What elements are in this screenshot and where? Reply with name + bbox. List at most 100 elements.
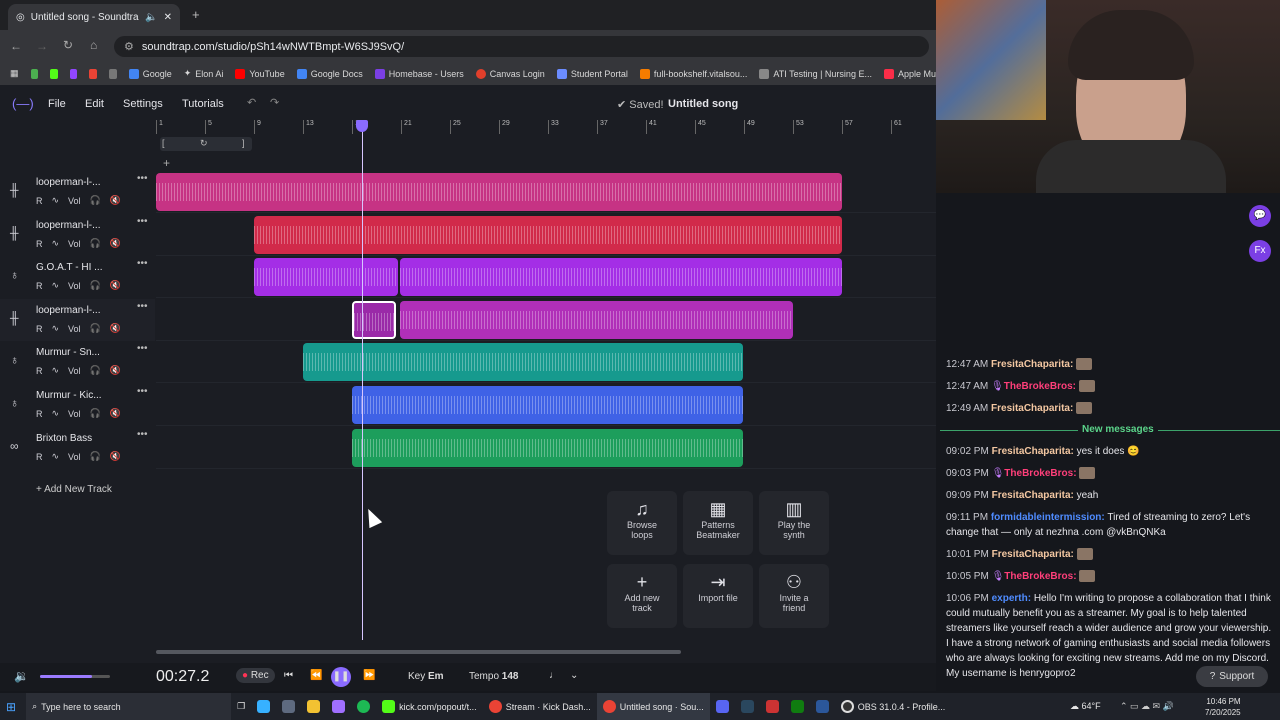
mute-icon[interactable]: 🔇 <box>110 195 121 206</box>
mute-icon[interactable]: 🔇 <box>110 238 121 249</box>
clock[interactable]: 10:46 PM 7/20/2025 <box>1205 696 1241 718</box>
play-synth-tile[interactable]: ▥ Play the synth <box>759 491 829 555</box>
track-header[interactable]: ╫ looperman-l-... ••• R ∿ Vol 🎧 🔇 <box>0 171 155 213</box>
track-name[interactable]: looperman-l-... <box>36 305 100 316</box>
xbox-icon[interactable] <box>785 693 810 720</box>
record-arm-button[interactable]: R <box>36 281 43 291</box>
track-name[interactable]: Murmur - Kic... <box>36 390 102 401</box>
chat-username[interactable]: experth: <box>992 593 1031 604</box>
discord-icon[interactable] <box>710 693 735 720</box>
chat-username[interactable]: FresitaChaparita: <box>991 359 1073 370</box>
soundtrap-logo-icon[interactable]: (—) <box>12 96 34 111</box>
undo-icon[interactable]: ↶ <box>247 96 256 109</box>
file-menu[interactable]: File <box>48 98 66 110</box>
track-header[interactable]: ♁ Murmur - Kic... ••• R ∿ Vol 🎧 🔇 <box>0 384 155 426</box>
bookmark-homebase[interactable]: Homebase - Users <box>374 68 464 79</box>
loop-end-handle-icon[interactable]: ] <box>242 138 245 148</box>
volume-knob[interactable]: Vol <box>68 281 81 291</box>
track-name[interactable]: looperman-l-... <box>36 177 100 188</box>
bookmark-bookshelf[interactable]: full-bookshelf.vitalsou... <box>639 68 747 79</box>
browse-loops-tile[interactable]: ♫ Browse loops <box>607 491 677 555</box>
automation-icon[interactable]: ∿ <box>52 365 60 376</box>
chat-username[interactable]: FresitaChaparita: <box>991 403 1073 414</box>
record-arm-button[interactable]: R <box>36 452 43 462</box>
headphones-icon[interactable]: 🎧 <box>90 195 101 206</box>
horizontal-scrollbar[interactable] <box>156 650 681 654</box>
chat-username[interactable]: TheBrokeBros: <box>1004 468 1076 479</box>
bookmark-student-portal[interactable]: Student Portal <box>556 68 628 79</box>
track-header[interactable]: ∞ Brixton Bass ••• R ∿ Vol 🎧 🔇 <box>0 427 155 469</box>
bookmark-ati[interactable]: ATI Testing | Nursing E... <box>759 68 872 79</box>
track-lane[interactable] <box>156 341 936 383</box>
edit-menu[interactable]: Edit <box>85 98 104 110</box>
loop-start-handle-icon[interactable]: [ <box>162 138 165 148</box>
site-info-icon[interactable]: ⚙ <box>124 40 134 53</box>
headphones-icon[interactable]: 🎧 <box>90 451 101 462</box>
rewind-icon[interactable]: ⏪ <box>310 670 322 681</box>
automation-icon[interactable]: ∿ <box>52 408 60 419</box>
mute-icon[interactable]: 🔇 <box>110 408 121 419</box>
track-lane[interactable] <box>156 299 936 341</box>
taskbar-app-kick-dashboard[interactable]: Stream · Kick Dash... <box>483 693 597 720</box>
chat-username[interactable]: FresitaChaparita: <box>992 446 1074 457</box>
store-icon[interactable] <box>276 693 301 720</box>
chat-username[interactable]: FresitaChaparita: <box>992 549 1074 560</box>
bookmark-canvas[interactable]: Canvas Login <box>475 68 545 79</box>
track-lane[interactable] <box>156 171 936 213</box>
volume-knob[interactable]: Vol <box>68 452 81 462</box>
chat-username[interactable]: formidableintermission: <box>991 512 1105 523</box>
mute-icon[interactable]: 🔈 <box>145 12 157 23</box>
tray-icons[interactable]: ⌃ ▭ ☁ ✉ 🔊 <box>1120 701 1174 712</box>
loop-icon[interactable]: ↻ <box>200 138 208 149</box>
volume-knob[interactable]: Vol <box>68 324 81 334</box>
track-menu-icon[interactable]: ••• <box>137 258 148 269</box>
invite-friend-tile[interactable]: ⚇ Invite a friend <box>759 564 829 628</box>
track-menu-icon[interactable]: ••• <box>137 301 148 312</box>
metronome-icon[interactable]: ♩ <box>549 670 559 681</box>
headphones-icon[interactable]: 🎧 <box>90 280 101 291</box>
master-volume-slider[interactable] <box>40 675 110 678</box>
explorer-icon[interactable] <box>301 693 326 720</box>
chat-icon[interactable]: 💬 <box>1249 205 1271 227</box>
reload-icon[interactable]: ↻ <box>63 38 73 52</box>
track-lane[interactable] <box>156 256 936 298</box>
taskbar-app-soundtrap[interactable]: Untitled song · Sou... <box>596 693 710 720</box>
pause-button[interactable]: ❚❚ <box>331 667 351 687</box>
track-menu-icon[interactable]: ••• <box>137 173 148 184</box>
track-name[interactable]: looperman-l-... <box>36 220 100 231</box>
timeline-ruler[interactable]: 15913172125293337414549535761 <box>156 120 936 136</box>
bookmark-apple-music[interactable]: Apple Mu <box>883 68 936 79</box>
fast-forward-icon[interactable]: ⏩ <box>363 670 375 681</box>
audio-clip[interactable] <box>156 173 842 211</box>
track-menu-icon[interactable]: ••• <box>137 343 148 354</box>
chevron-down-icon[interactable]: ⌄ <box>570 670 578 681</box>
kick-icon[interactable] <box>50 68 58 79</box>
tempo-selector[interactable]: Tempo 148 <box>469 671 518 682</box>
volume-knob[interactable]: Vol <box>68 239 81 249</box>
automation-icon[interactable]: ∿ <box>52 280 60 291</box>
skip-to-start-icon[interactable]: ⏮ <box>284 670 293 681</box>
headphones-icon[interactable]: 🎧 <box>90 408 101 419</box>
track-lane[interactable] <box>156 214 936 256</box>
mute-icon[interactable]: 🔇 <box>110 365 121 376</box>
app2-icon[interactable] <box>760 693 785 720</box>
word-icon[interactable] <box>810 693 835 720</box>
bookmark-youtube[interactable]: YouTube <box>235 68 285 79</box>
volume-icon[interactable]: 🔉 <box>14 669 29 683</box>
mute-icon[interactable]: 🔇 <box>110 323 121 334</box>
web-icon[interactable] <box>109 68 117 79</box>
track-name[interactable]: Brixton Bass <box>36 433 92 444</box>
key-selector[interactable]: Key Em <box>408 671 444 682</box>
track-lane[interactable] <box>156 384 936 426</box>
settings-menu[interactable]: Settings <box>123 98 163 110</box>
mute-icon[interactable]: 🔇 <box>110 280 121 291</box>
apps-grid-icon[interactable]: ▦ <box>10 68 19 79</box>
song-title[interactable]: Untitled song <box>668 98 738 110</box>
track-menu-icon[interactable]: ••• <box>137 429 148 440</box>
taskbar-search[interactable]: ⌕ Type here to search <box>26 693 232 720</box>
track-menu-icon[interactable]: ••• <box>137 386 148 397</box>
fx-icon[interactable]: Fx <box>1249 240 1271 262</box>
import-file-tile[interactable]: ⇥ Import file <box>683 564 753 628</box>
add-new-track-button[interactable]: + Add New Track <box>36 484 112 495</box>
chat-username[interactable]: TheBrokeBros: <box>1004 571 1076 582</box>
